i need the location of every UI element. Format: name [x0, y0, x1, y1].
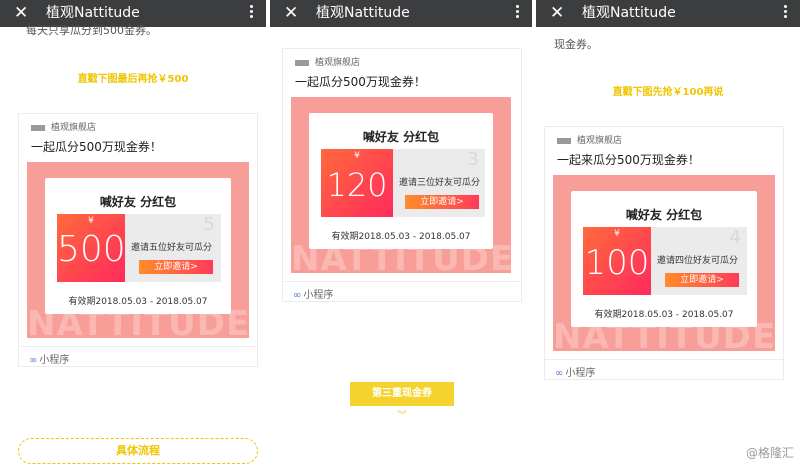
yen-sign: ¥ — [354, 151, 360, 161]
mini-program-icon: ∞ — [29, 355, 38, 366]
invite-button[interactable]: 立即邀请> — [139, 260, 213, 274]
cut-text: 每天只享瓜分到500金券。 — [26, 24, 157, 37]
coupon-amount-box: ¥ 500 — [57, 214, 126, 282]
invite-text: 邀请五位好友可瓜分 — [131, 243, 213, 253]
shop-logo-icon — [557, 137, 571, 144]
coupon-amount-box: ¥ 100 — [583, 227, 651, 295]
coupon-banner: NATTITUDE 喊好友 分红包 ¥ 500 5 邀请五位好友可瓜分 立即邀请… — [27, 162, 249, 338]
mini-program-label: ∞ 小程序 — [555, 368, 596, 379]
more-icon[interactable] — [782, 3, 788, 23]
coupon-amount: 120 — [326, 166, 388, 204]
validity-text: 有效期2018.05.03 - 2018.05.07 — [594, 310, 734, 320]
app-title: 植观Nattitude — [46, 5, 140, 21]
invite-text: 邀请三位好友可瓜分 — [399, 178, 481, 188]
close-icon[interactable]: ✕ — [550, 2, 564, 24]
divider — [545, 359, 783, 360]
card-headline: 一起瓜分500万现金券！ — [295, 75, 426, 89]
more-icon[interactable] — [248, 3, 254, 23]
coupon-inner: 喊好友 分红包 ¥ 100 4 邀请四位好友可瓜分 立即邀请> 有效期2018.… — [571, 191, 757, 327]
note-text: 直戳下图先抢￥100再说 — [612, 87, 724, 98]
panel-middle: ✕ 植观Nattitude 植观旗舰店 一起瓜分500万现金券！ NATTITU… — [270, 0, 532, 467]
coupon-detail: 3 邀请三位好友可瓜分 立即邀请> — [393, 149, 485, 217]
divider — [283, 281, 521, 282]
mini-program-label: ∞ 小程序 — [29, 355, 70, 366]
third-coupon-button[interactable]: 第三重现金券 — [350, 382, 454, 406]
cut-text: 现金券。 — [554, 38, 598, 51]
validity-text: 有效期2018.05.03 - 2018.05.07 — [68, 297, 208, 307]
more-icon[interactable] — [514, 3, 520, 23]
close-icon[interactable]: ✕ — [284, 2, 298, 24]
mini-program-icon: ∞ — [293, 290, 302, 301]
panel-right: ✕ 植观Nattitude 现金券。 直戳下图先抢￥100再说 植观旗舰店 一起… — [536, 0, 800, 467]
top-bar: ✕ 植观Nattitude — [536, 0, 800, 27]
top-bar: ✕ 植观Nattitude — [270, 0, 532, 27]
mini-program-label: ∞ 小程序 — [293, 290, 334, 301]
coupon-detail: 4 邀请四位好友可瓜分 立即邀请> — [651, 227, 747, 295]
source-watermark: @格隆汇 — [745, 446, 794, 460]
chevron-down-icon: ︾ — [397, 411, 407, 421]
coupon-amount-box: ¥ 120 — [321, 149, 393, 217]
slot-number: 4 — [729, 227, 741, 248]
coupon-banner: NATTITUDE 喊好友 分红包 ¥ 120 3 邀请三位好友可瓜分 立即邀请… — [291, 97, 511, 273]
app-title: 植观Nattitude — [582, 5, 676, 21]
bag-title: 喊好友 分红包 — [362, 130, 440, 144]
note-text: 直戳下图最后再抢￥500 — [77, 74, 189, 85]
mini-program-icon: ∞ — [555, 368, 564, 379]
coupon-inner: 喊好友 分红包 ¥ 120 3 邀请三位好友可瓜分 立即邀请> 有效期2018.… — [309, 113, 493, 249]
slot-number: 5 — [203, 214, 215, 235]
yen-sign: ¥ — [88, 216, 94, 226]
invite-text: 邀请四位好友可瓜分 — [657, 256, 739, 266]
invite-button[interactable]: 立即邀请> — [405, 195, 479, 209]
panel-left: ✕ 植观Nattitude 每天只享瓜分到500金券。 直戳下图最后再抢￥500… — [0, 0, 266, 467]
coupon-amount: 100 — [584, 243, 650, 283]
coupon-banner: NATTITUDE 喊好友 分红包 ¥ 100 4 邀请四位好友可瓜分 立即邀请… — [553, 175, 775, 351]
shop-logo-icon — [31, 124, 45, 131]
validity-text: 有效期2018.05.03 - 2018.05.07 — [331, 232, 471, 242]
mini-program-card[interactable]: 植观旗舰店 一起瓜分500万现金券！ NATTITUDE 喊好友 分红包 ¥ 5… — [18, 113, 258, 367]
coupon-amount: 500 — [57, 229, 126, 270]
process-pill[interactable]: 具体流程 — [18, 438, 258, 464]
bag-title: 喊好友 分红包 — [625, 208, 703, 222]
close-icon[interactable]: ✕ — [14, 2, 28, 24]
divider — [19, 346, 257, 347]
bag-title: 喊好友 分红包 — [99, 195, 177, 209]
coupon-detail: 5 邀请五位好友可瓜分 立即邀请> — [125, 214, 221, 282]
shop-name: 植观旗舰店 — [295, 55, 360, 68]
mini-program-card[interactable]: 植观旗舰店 一起瓜分500万现金券！ NATTITUDE 喊好友 分红包 ¥ 1… — [282, 48, 522, 302]
shop-logo-icon — [295, 59, 309, 66]
shop-name: 植观旗舰店 — [31, 120, 96, 133]
card-headline: 一起来瓜分500万现金券！ — [557, 153, 700, 167]
app-title: 植观Nattitude — [316, 5, 410, 21]
invite-button[interactable]: 立即邀请> — [665, 273, 739, 287]
mini-program-card[interactable]: 植观旗舰店 一起来瓜分500万现金券！ NATTITUDE 喊好友 分红包 ¥ … — [544, 126, 784, 380]
coupon-inner: 喊好友 分红包 ¥ 500 5 邀请五位好友可瓜分 立即邀请> 有效期2018.… — [45, 178, 231, 314]
slot-number: 3 — [467, 149, 479, 170]
card-headline: 一起瓜分500万现金券！ — [31, 140, 162, 154]
yen-sign: ¥ — [614, 229, 620, 239]
shop-name: 植观旗舰店 — [557, 133, 622, 146]
